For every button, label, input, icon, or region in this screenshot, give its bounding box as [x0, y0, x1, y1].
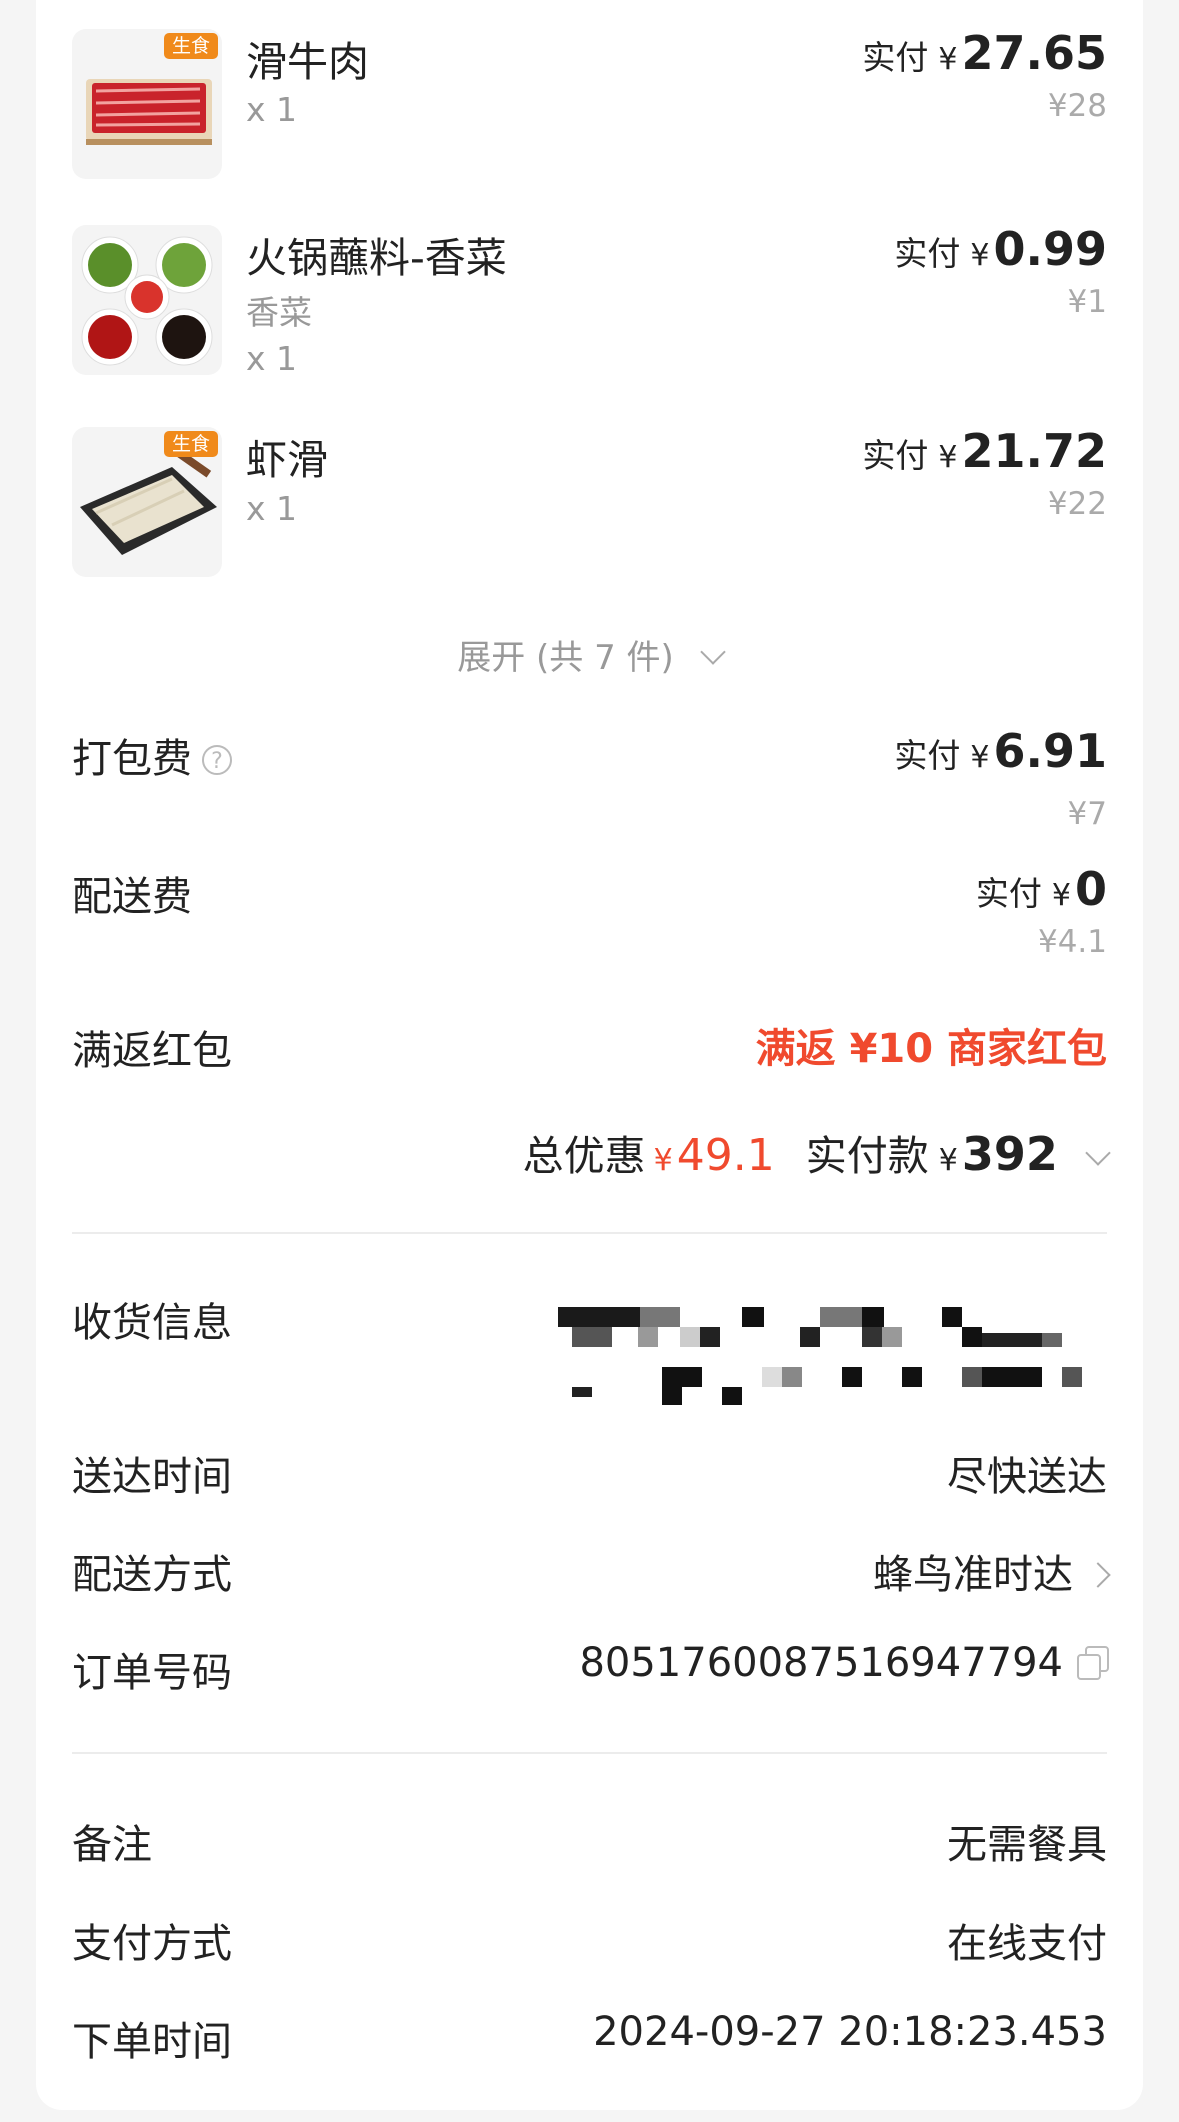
total-discount-amount: 49.1	[676, 1130, 775, 1181]
packing-fee-label: 打包费?	[72, 726, 232, 784]
raw-food-tag: 生食	[163, 33, 218, 59]
item-qty: x 1	[246, 489, 298, 528]
chevron-right-icon	[1085, 1562, 1111, 1588]
item-spec: 香菜	[246, 293, 312, 332]
total-discount-label: 总优惠	[522, 1132, 646, 1180]
chevron-down-icon	[1085, 1140, 1111, 1166]
payment-method-label: 支付方式	[72, 1921, 232, 1967]
divider	[72, 1752, 1107, 1754]
item-paid-price: 实付 ¥21.72	[862, 424, 1107, 478]
promo-value: 满返 ¥10 商家红包	[755, 1026, 1107, 1072]
item-image-shrimp-paste: 生食	[72, 427, 222, 577]
delivery-method-value: 蜂鸟准时达	[873, 1552, 1073, 1598]
item-original-price: ¥1	[1067, 284, 1107, 320]
item-image-dipping-sauce	[72, 225, 222, 375]
delivery-method-row[interactable]: 蜂鸟准时达	[873, 1542, 1111, 1600]
item-image-beef: 生食	[72, 29, 222, 179]
packing-fee-original: ¥7	[1067, 796, 1107, 832]
delivery-fee-paid: 实付 ¥0	[975, 862, 1107, 916]
item-original-price: ¥28	[1047, 88, 1107, 124]
delivery-fee-label: 配送费	[72, 874, 192, 920]
order-summary[interactable]: 总优惠 ¥49.1 实付款 ¥392	[522, 1122, 1111, 1182]
remark-label: 备注	[72, 1822, 152, 1868]
item-qty: x 1	[246, 339, 298, 378]
help-icon[interactable]: ?	[202, 745, 232, 775]
promo-label: 满返红包	[72, 1028, 232, 1074]
remark-value: 无需餐具	[947, 1822, 1107, 1868]
copy-icon[interactable]	[1077, 1646, 1109, 1680]
order-time-label: 下单时间	[72, 2019, 232, 2065]
divider	[72, 1232, 1107, 1234]
delivery-method-label: 配送方式	[72, 1552, 232, 1598]
item-name: 虾滑	[246, 436, 328, 484]
delivery-fee-original: ¥4.1	[1037, 924, 1107, 960]
delivery-time-label: 送达时间	[72, 1454, 232, 1500]
item-paid-price: 实付 ¥0.99	[894, 222, 1107, 276]
item-paid-price: 实付 ¥27.65	[862, 26, 1107, 80]
payment-method-value: 在线支付	[947, 1921, 1107, 1967]
packing-fee-paid: 实付 ¥6.91	[894, 724, 1107, 778]
order-number-label: 订单号码	[72, 1650, 232, 1696]
address-label: 收货信息	[72, 1300, 232, 1346]
chevron-down-icon	[700, 639, 726, 665]
paid-total-amount: 392	[961, 1127, 1058, 1181]
item-name: 火锅蘸料-香菜	[246, 234, 507, 282]
expand-items-button[interactable]: 展开 (共 7 件)	[0, 630, 1179, 679]
order-number-value: 8051760087516947794	[579, 1640, 1063, 1686]
item-original-price: ¥22	[1047, 486, 1107, 522]
order-number-row: 8051760087516947794	[579, 1640, 1109, 1686]
paid-total-label: 实付款	[805, 1132, 929, 1180]
delivery-time-value: 尽快送达	[947, 1454, 1107, 1500]
address-redacted	[558, 1305, 1158, 1405]
item-name: 滑牛肉	[246, 38, 369, 86]
order-time-value: 2024-09-27 20:18:23.453	[593, 2009, 1107, 2055]
expand-label: 展开 (共 7 件)	[457, 638, 674, 678]
raw-food-tag: 生食	[163, 431, 218, 457]
item-qty: x 1	[246, 90, 298, 129]
